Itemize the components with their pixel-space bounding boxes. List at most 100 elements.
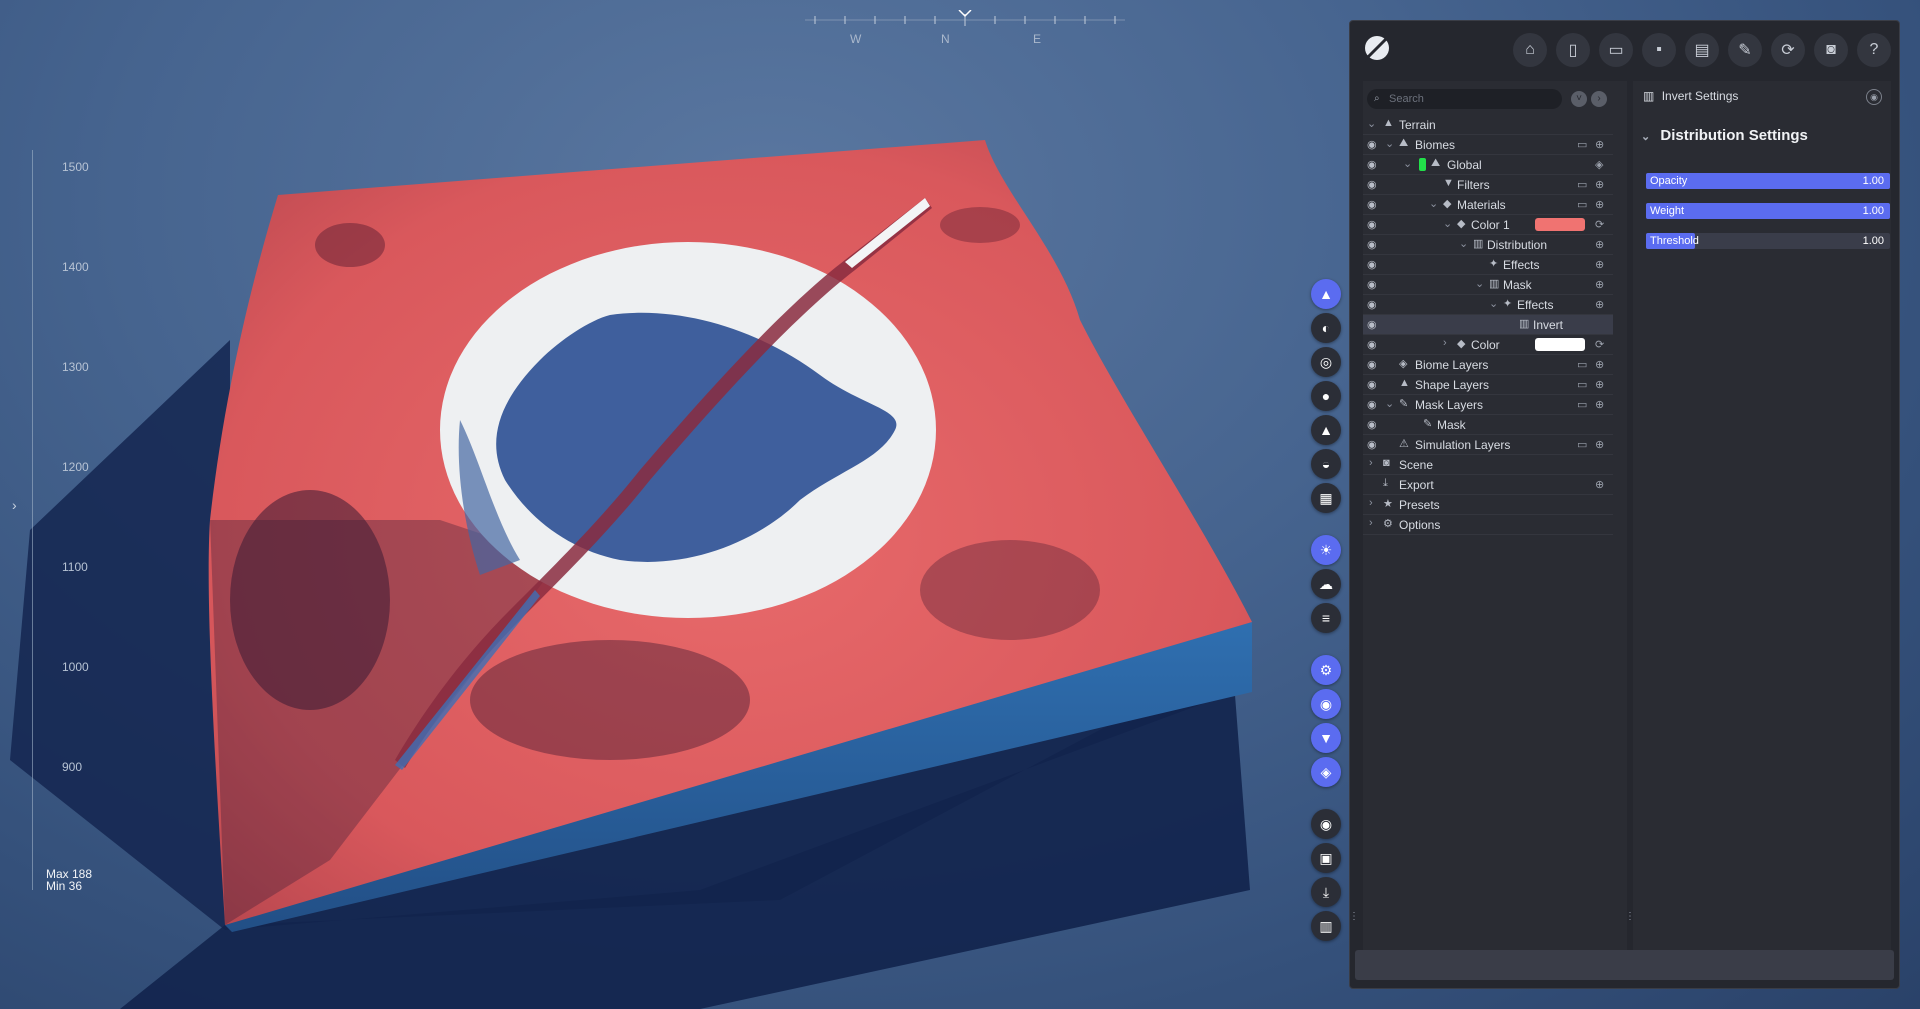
chevron-down-icon[interactable]: ⌄ [1443,217,1452,230]
folder-icon[interactable]: ▭ [1577,438,1587,451]
visibility-eye-icon[interactable]: ◉ [1367,438,1377,451]
tree-row-mask[interactable]: ◉ ✎ Mask [1363,415,1613,435]
filter-icon[interactable]: ▼ [1311,723,1341,753]
add-icon[interactable]: ⊕ [1595,258,1604,271]
tree-row-mask[interactable]: ◉ ⌄ ▥ Mask ⊕ [1363,275,1613,295]
add-icon[interactable]: ⊕ [1595,378,1604,391]
color-swatch[interactable] [1535,218,1585,231]
add-icon[interactable]: ⊕ [1595,238,1604,251]
tree-row-distribution[interactable]: ◉ ⌄ ▥ Distribution ⊕ [1363,235,1613,255]
chevron-down-icon[interactable]: ⌄ [1403,157,1412,170]
drag-handle-icon[interactable]: ⋮ [1349,911,1359,922]
visibility-eye-icon[interactable]: ◉ [1367,198,1377,211]
refresh-icon[interactable]: ⟳ [1595,338,1604,351]
color-swatch[interactable] [1535,338,1585,351]
tree-row-color[interactable]: ◉ › ◆ Color ⟳ [1363,335,1613,355]
tree-row-biomes[interactable]: ◉ ⌄ ⛰ Biomes ▭ ⊕ [1363,135,1613,155]
tree-row-biome-layers[interactable]: ◉ ◈ Biome Layers ▭ ⊕ [1363,355,1613,375]
visibility-eye-icon[interactable]: ◉ [1367,358,1377,371]
add-icon[interactable]: ⊕ [1595,198,1604,211]
target-icon[interactable]: ◎ [1311,347,1341,377]
chevron-down-icon[interactable]: ⌄ [1385,137,1394,150]
close-icon[interactable]: ◉ [1866,89,1882,105]
visibility-eye-icon[interactable]: ◉ [1367,378,1377,391]
help-icon[interactable]: ? [1857,33,1891,67]
clouds-icon[interactable]: ☁ [1311,569,1341,599]
visibility-eye-icon[interactable]: ◉ [1367,138,1377,151]
folder-icon[interactable]: ▭ [1577,398,1587,411]
tree-row-export[interactable]: ⤓ Export ⊕ [1363,475,1613,495]
add-icon[interactable]: ⊕ [1595,178,1604,191]
chevron-down-icon[interactable]: ⌄ [1459,237,1468,250]
tree-row-simulation-layers[interactable]: ◉ ⚠ Simulation Layers ▭ ⊕ [1363,435,1613,455]
fog-icon[interactable]: ≡ [1311,603,1341,633]
search-input[interactable]: ⌕ Search [1367,89,1562,109]
tree-row-terrain[interactable]: ⌄ ▲ Terrain [1363,115,1613,135]
threshold-slider[interactable]: Threshold 1.00 [1646,233,1890,249]
terrain-icon[interactable]: ▲ [1311,279,1341,309]
visibility-eye-icon[interactable]: ◉ [1367,158,1377,171]
collapse-all-icon[interactable]: ˅ [1571,91,1587,107]
tree-row-color-1[interactable]: ◉ ⌄ ◆ Color 1 ⟳ [1363,215,1613,235]
tree-row-scene[interactable]: › ◙ Scene [1363,455,1613,475]
save-icon[interactable]: ▪ [1642,33,1676,67]
download-icon[interactable]: ⤓ [1311,877,1341,907]
sun-icon[interactable]: ☀ [1311,535,1341,565]
save-settings-icon[interactable]: ▤ [1685,33,1719,67]
add-icon[interactable]: ⊕ [1595,138,1604,151]
visibility-eye-icon[interactable]: ◉ [1367,338,1377,351]
tree-row-shape-layers[interactable]: ◉ ▲ Shape Layers ▭ ⊕ [1363,375,1613,395]
chevron-down-icon[interactable]: ⌄ [1489,297,1498,310]
disc-icon[interactable]: ◉ [1311,809,1341,839]
visibility-eye-icon[interactable]: ◉ [1367,398,1377,411]
folder-icon[interactable]: ▭ [1577,138,1587,151]
folder-icon[interactable]: ▭ [1577,198,1587,211]
distribution-settings-section[interactable]: ⌄ Distribution Settings [1641,127,1808,144]
settings-icon[interactable]: ⚙ [1311,655,1341,685]
add-icon[interactable]: ⊕ [1595,478,1604,491]
home-icon[interactable]: ⌂ [1513,33,1547,67]
folder-icon[interactable]: ▭ [1577,178,1587,191]
camera-icon[interactable]: ◙ [1814,33,1848,67]
eye-icon[interactable]: ◉ [1311,689,1341,719]
tree-row-materials[interactable]: ◉ ⌄ ◆ Materials ▭ ⊕ [1363,195,1613,215]
expand-left-icon[interactable]: › [12,497,17,513]
sunset-icon[interactable]: ◒ [1311,449,1341,479]
grid-icon[interactable]: ▦ [1311,483,1341,513]
tree-row-effects[interactable]: ◉ ⌄ ✦ Effects ⊕ [1363,295,1613,315]
tree-row-filters[interactable]: ◉ ▼ Filters ▭ ⊕ [1363,175,1613,195]
layers-icon[interactable]: ◈ [1311,757,1341,787]
chevron-right-icon[interactable]: › [1369,457,1373,469]
chevron-down-icon[interactable]: ⌄ [1385,397,1394,410]
weight-slider[interactable]: Weight 1.00 [1646,203,1890,219]
chevron-down-icon[interactable]: ⌄ [1367,117,1376,130]
globe-icon[interactable]: ◐ [1311,313,1341,343]
tree-row-options[interactable]: › ⚙ Options [1363,515,1613,535]
visibility-eye-icon[interactable]: ◉ [1367,318,1377,331]
chevron-right-icon[interactable]: › [1369,497,1373,509]
opacity-slider[interactable]: Opacity 1.00 [1646,173,1890,189]
layers-icon[interactable]: ◈ [1595,158,1603,171]
visibility-eye-icon[interactable]: ◉ [1367,178,1377,191]
add-icon[interactable]: ⊕ [1595,398,1604,411]
tree-row-presets[interactable]: › ★ Presets [1363,495,1613,515]
add-icon[interactable]: ⊕ [1595,358,1604,371]
visibility-eye-icon[interactable]: ◉ [1367,278,1377,291]
new-file-icon[interactable]: ▯ [1556,33,1590,67]
chevron-down-icon[interactable]: ⌄ [1429,197,1438,210]
visibility-eye-icon[interactable]: ◉ [1367,418,1377,431]
image-icon[interactable]: ▣ [1311,843,1341,873]
tree-row-mask-layers[interactable]: ◉ ⌄ ✎ Mask Layers ▭ ⊕ [1363,395,1613,415]
add-icon[interactable]: ⊕ [1595,438,1604,451]
visibility-eye-icon[interactable]: ◉ [1367,238,1377,251]
tree-row-global[interactable]: ◉ ⌄ ⛰ Global ◈ [1363,155,1613,175]
visibility-eye-icon[interactable]: ◉ [1367,218,1377,231]
folder-icon[interactable]: ▭ [1577,378,1587,391]
visibility-eye-icon[interactable]: ◉ [1367,298,1377,311]
tree-row-invert[interactable]: ◉ ▥ Invert [1363,315,1613,335]
folder-icon[interactable]: ▭ [1577,358,1587,371]
mountain-icon[interactable]: ▲ [1311,415,1341,445]
tree-row-effects[interactable]: ◉ ✦ Effects ⊕ [1363,255,1613,275]
next-icon[interactable]: › [1591,91,1607,107]
save-as-icon[interactable]: ✎ [1728,33,1762,67]
